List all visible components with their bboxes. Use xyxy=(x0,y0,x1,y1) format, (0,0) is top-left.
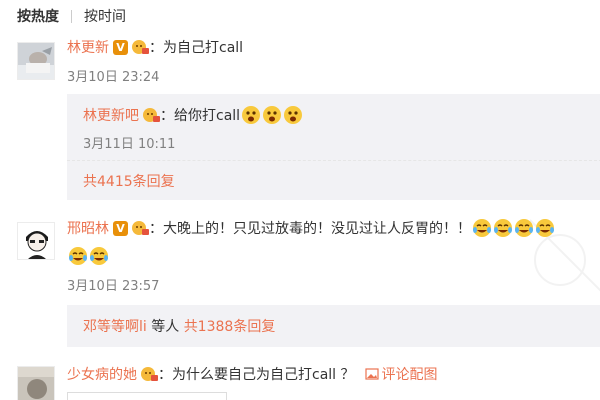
reply-text: ：给你打call xyxy=(160,108,241,124)
sort-by-hot[interactable]: 按热度 xyxy=(17,6,59,26)
sort-by-time[interactable]: 按时间 xyxy=(84,6,126,26)
picture-icon xyxy=(364,368,379,380)
crying-laugh-emoji-icon xyxy=(89,246,109,266)
comment-picture-label: 评论配图 xyxy=(381,367,438,383)
crying-laugh-emoji-icon xyxy=(514,218,534,238)
comment-line: 邢昭林 V ：大晚上的！只见过放毒的！没见过让人反胃的！！ xyxy=(67,217,555,239)
more-replies-line: 邓等等啊li 等人 共1388条回复 xyxy=(83,315,275,337)
vip-emoji-icon xyxy=(131,220,149,236)
shocked-face-emoji-icon xyxy=(283,105,303,125)
comment-line: 林更新 V ：为自己打call xyxy=(67,36,243,58)
avatar[interactable] xyxy=(17,366,55,400)
crying-laugh-emoji-icon xyxy=(68,246,88,266)
reply-box: 林更新吧 ：给你打call 3月11日 10:11 共4415条回复 xyxy=(67,94,600,200)
comment-username[interactable]: 邢昭林 xyxy=(67,218,109,238)
vip-emoji-icon xyxy=(142,107,160,123)
more-replies-link[interactable]: 共4415条回复 xyxy=(83,171,175,191)
reply-time: 3月11日 10:11 xyxy=(83,137,176,152)
verified-v-icon: V xyxy=(113,39,128,55)
reply-preview-users[interactable]: 邓等等啊li xyxy=(83,316,147,336)
comment-time: 3月10日 23:57 xyxy=(67,279,160,294)
comment-line-continued xyxy=(67,245,109,267)
comment-text: ：为什么要自己为自己打call ？ xyxy=(158,367,355,383)
crying-laugh-emoji-icon xyxy=(493,218,513,238)
reply-line: 林更新吧 ：给你打call xyxy=(83,103,303,127)
comment-username[interactable]: 林更新 xyxy=(67,37,109,57)
sort-bar: 按热度 按时间 xyxy=(17,6,126,26)
comment-text: ：大晚上的！只见过放毒的！没见过让人反胃的！！ xyxy=(149,221,471,237)
comment-time: 3月10日 23:24 xyxy=(67,70,160,85)
avatar[interactable] xyxy=(17,42,55,80)
reply-divider xyxy=(67,160,600,161)
reply-preview-mid: 等人 xyxy=(146,319,184,335)
shocked-face-emoji-icon xyxy=(262,105,282,125)
reply-box: 邓等等啊li 等人 共1388条回复 xyxy=(67,305,600,347)
reply-username[interactable]: 林更新吧 xyxy=(83,105,139,125)
verified-v-icon: V xyxy=(113,220,128,236)
comment-picture-preview[interactable] xyxy=(67,392,227,400)
crying-laugh-emoji-icon xyxy=(535,218,555,238)
vip-emoji-icon xyxy=(131,39,149,55)
shocked-face-emoji-icon xyxy=(241,105,261,125)
comment-picture-link[interactable]: 评论配图 xyxy=(364,364,438,384)
comment-username[interactable]: 少女病的她 xyxy=(67,364,137,384)
comment-line: 少女病的她 ：为什么要自己为自己打call ？ 评论配图 xyxy=(67,363,438,385)
comment-text: ：为自己打call xyxy=(149,40,244,56)
more-replies-link[interactable]: 共1388条回复 xyxy=(184,316,276,336)
crying-laugh-emoji-icon xyxy=(472,218,492,238)
more-replies-line: 共4415条回复 xyxy=(83,170,175,192)
sort-divider xyxy=(71,9,72,23)
avatar[interactable] xyxy=(17,222,55,260)
vip-emoji-icon xyxy=(140,366,158,382)
